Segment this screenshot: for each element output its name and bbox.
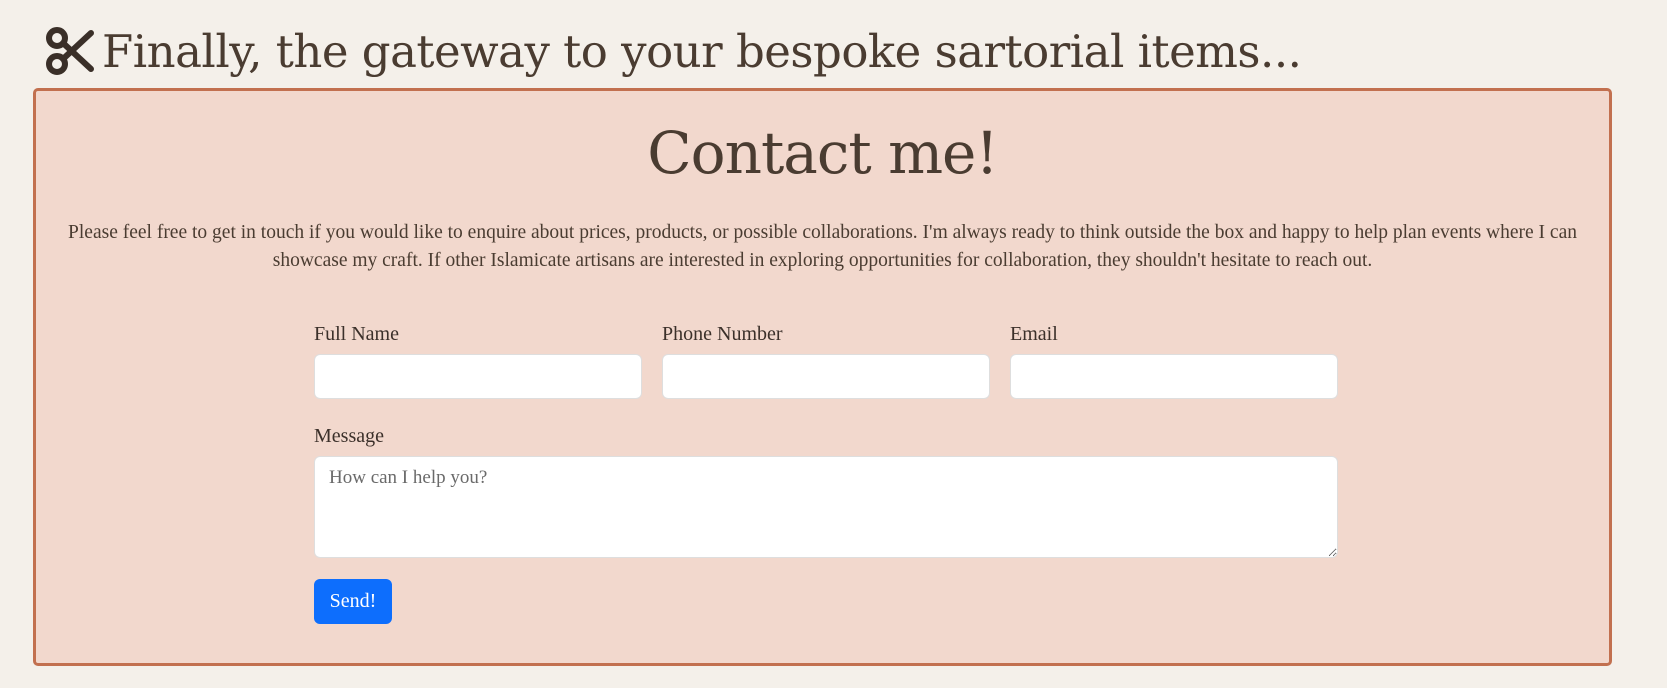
contact-form: Full Name Phone Number Email Message Sen… xyxy=(314,321,1338,624)
message-group: Message xyxy=(314,423,1338,562)
site-header: Finally, the gateway to your bespoke sar… xyxy=(44,14,1302,88)
full-name-group: Full Name xyxy=(314,321,642,399)
message-textarea[interactable] xyxy=(314,456,1338,558)
phone-number-group: Phone Number xyxy=(662,321,990,399)
email-group: Email xyxy=(1010,321,1338,399)
contact-heading: Contact me! xyxy=(647,119,998,187)
full-name-input[interactable] xyxy=(314,354,642,399)
phone-number-input[interactable] xyxy=(662,354,990,399)
phone-number-label: Phone Number xyxy=(662,323,783,345)
send-button[interactable]: Send! xyxy=(314,579,392,624)
contact-fields-row: Full Name Phone Number Email xyxy=(314,321,1338,399)
contact-card: Contact me! Please feel free to get in t… xyxy=(33,88,1612,666)
scissors-icon xyxy=(44,25,96,77)
full-name-label: Full Name xyxy=(314,323,399,345)
site-title: Finally, the gateway to your bespoke sar… xyxy=(102,24,1302,78)
message-label: Message xyxy=(314,425,384,447)
contact-intro-text: Please feel free to get in touch if you … xyxy=(68,222,1577,271)
email-input[interactable] xyxy=(1010,354,1338,399)
email-label: Email xyxy=(1010,323,1058,345)
